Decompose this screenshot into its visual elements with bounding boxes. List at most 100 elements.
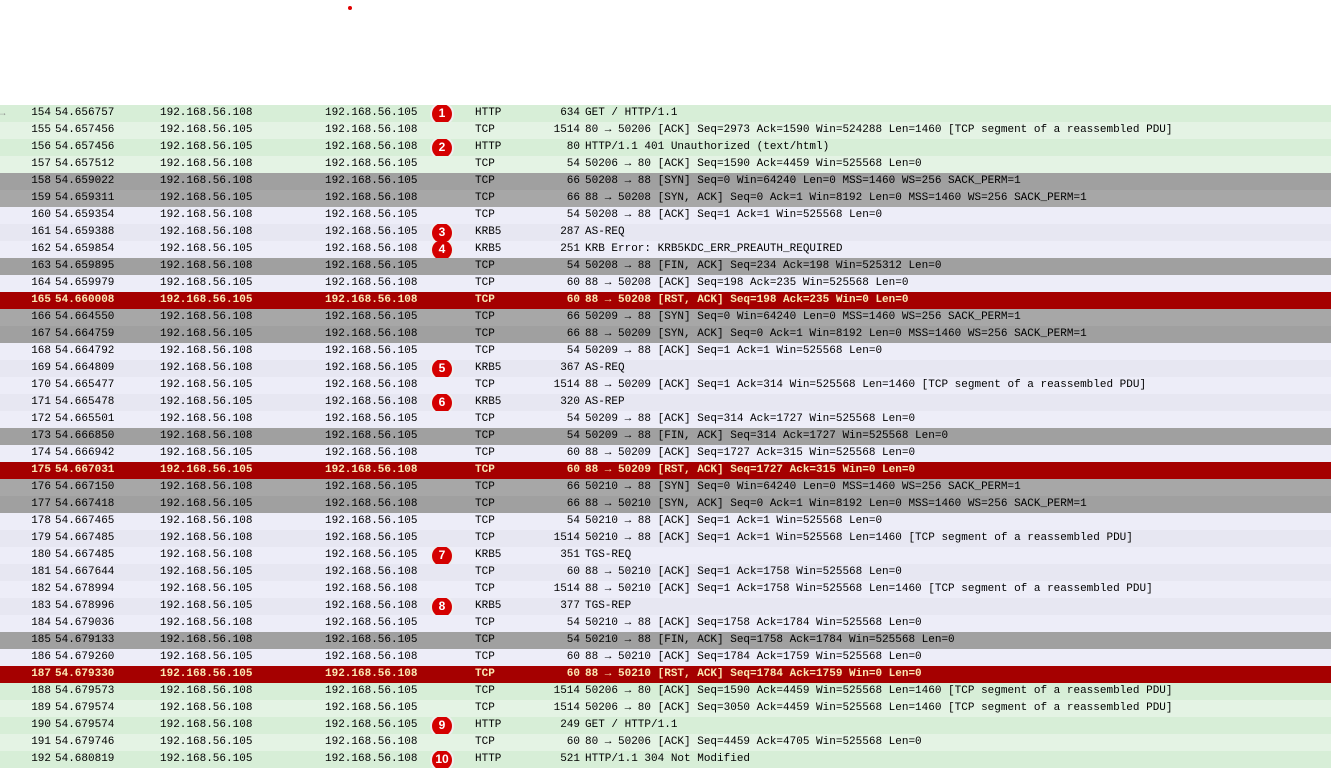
col-len: 1514 [547,122,583,139]
col-proto: HTTP [475,105,547,122]
col-info: 80 → 50206 [ACK] Seq=4459 Ack=4705 Win=5… [583,734,1331,751]
col-info: 88 → 50210 [SYN, ACK] Seq=0 Ack=1 Win=81… [583,496,1331,513]
cursor-indicator-dot [348,6,352,10]
packet-row[interactable]: 15954.659311192.168.56.105192.168.56.108… [0,190,1331,207]
col-dst: 192.168.56.105 [325,513,475,530]
packet-row[interactable]: 16254.659854192.168.56.105192.168.56.108… [0,241,1331,258]
col-src: 192.168.56.108 [160,105,325,122]
col-len: 66 [547,496,583,513]
packet-row[interactable]: 15854.659022192.168.56.108192.168.56.105… [0,173,1331,190]
col-dst: 192.168.56.108 [325,462,475,479]
col-info: HTTP/1.1 304 Not Modified [583,751,1331,768]
packet-row[interactable]: 17954.667485192.168.56.108192.168.56.105… [0,530,1331,547]
col-proto: TCP [475,190,547,207]
col-len: 80 [547,139,583,156]
col-proto: HTTP [475,717,547,734]
packet-row[interactable]: 18954.679574192.168.56.108192.168.56.105… [0,700,1331,717]
col-len: 66 [547,309,583,326]
col-proto: TCP [475,479,547,496]
packet-row[interactable]: 17454.666942192.168.56.105192.168.56.108… [0,445,1331,462]
col-src: 192.168.56.105 [160,666,325,683]
packet-row[interactable]: 16054.659354192.168.56.108192.168.56.105… [0,207,1331,224]
packet-list-table[interactable]: 15454.656757192.168.56.108192.168.56.105… [0,105,1331,768]
col-len: 60 [547,666,583,683]
col-len: 54 [547,428,583,445]
packet-row[interactable]: 18054.667485192.168.56.108192.168.56.105… [0,547,1331,564]
col-src: 192.168.56.108 [160,717,325,734]
packet-row[interactable]: 18554.679133192.168.56.108192.168.56.105… [0,632,1331,649]
col-time: 54.680819 [55,751,160,768]
col-info: GET / HTTP/1.1 [583,717,1331,734]
packet-row[interactable]: 16354.659895192.168.56.108192.168.56.105… [0,258,1331,275]
col-no: 170 [0,377,55,394]
packet-row[interactable]: 15554.657456192.168.56.105192.168.56.108… [0,122,1331,139]
packet-row[interactable]: 16654.664550192.168.56.108192.168.56.105… [0,309,1331,326]
col-info: 50210 → 88 [ACK] Seq=1758 Ack=1784 Win=5… [583,615,1331,632]
col-no: 161 [0,224,55,241]
packet-row[interactable]: 16754.664759192.168.56.105192.168.56.108… [0,326,1331,343]
col-proto: TCP [475,445,547,462]
col-src: 192.168.56.108 [160,513,325,530]
col-dst: 192.168.56.108 [325,190,475,207]
packet-row[interactable]: 19054.679574192.168.56.108192.168.56.105… [0,717,1331,734]
packet-row[interactable]: 18654.679260192.168.56.105192.168.56.108… [0,649,1331,666]
col-no: 182 [0,581,55,598]
packet-row[interactable]: 18254.678994192.168.56.105192.168.56.108… [0,581,1331,598]
col-time: 54.679260 [55,649,160,666]
col-dst: 192.168.56.105 [325,207,475,224]
col-no: 164 [0,275,55,292]
col-len: 54 [547,615,583,632]
col-time: 54.667485 [55,530,160,547]
col-no: 155 [0,122,55,139]
col-time: 54.666942 [55,445,160,462]
col-dst: 192.168.56.105 [325,343,475,360]
col-dst: 192.168.56.105 [325,309,475,326]
col-src: 192.168.56.108 [160,479,325,496]
packet-row[interactable]: 18154.667644192.168.56.105192.168.56.108… [0,564,1331,581]
packet-row[interactable]: 17854.667465192.168.56.108192.168.56.105… [0,513,1331,530]
col-info: 50210 → 88 [ACK] Seq=1 Ack=1 Win=525568 … [583,513,1331,530]
packet-row[interactable]: 16954.664809192.168.56.108192.168.56.105… [0,360,1331,377]
col-src: 192.168.56.108 [160,258,325,275]
packet-row[interactable]: 15654.657456192.168.56.105192.168.56.108… [0,139,1331,156]
packet-row[interactable]: 15454.656757192.168.56.108192.168.56.105… [0,105,1331,122]
packet-row[interactable]: 17154.665478192.168.56.105192.168.56.108… [0,394,1331,411]
packet-row[interactable]: 17554.667031192.168.56.105192.168.56.108… [0,462,1331,479]
col-len: 60 [547,462,583,479]
packet-row[interactable]: 18754.679330192.168.56.105192.168.56.108… [0,666,1331,683]
packet-row[interactable]: 16854.664792192.168.56.108192.168.56.105… [0,343,1331,360]
packet-row[interactable]: 17354.666850192.168.56.108192.168.56.105… [0,428,1331,445]
col-time: 54.664792 [55,343,160,360]
col-len: 320 [547,394,583,411]
col-src: 192.168.56.108 [160,632,325,649]
col-proto: TCP [475,156,547,173]
col-src: 192.168.56.105 [160,564,325,581]
col-info: TGS-REQ [583,547,1331,564]
packet-row[interactable]: 19254.680819192.168.56.105192.168.56.108… [0,751,1331,768]
col-len: 60 [547,564,583,581]
packet-row[interactable]: 17054.665477192.168.56.105192.168.56.108… [0,377,1331,394]
packet-row[interactable]: 16454.659979192.168.56.105192.168.56.108… [0,275,1331,292]
packet-row[interactable]: 17254.665501192.168.56.108192.168.56.105… [0,411,1331,428]
packet-row[interactable]: 18454.679036192.168.56.108192.168.56.105… [0,615,1331,632]
col-no: 156 [0,139,55,156]
col-len: 60 [547,275,583,292]
col-len: 54 [547,207,583,224]
packet-row[interactable]: 16554.660008192.168.56.105192.168.56.108… [0,292,1331,309]
col-no: 168 [0,343,55,360]
packet-row[interactable]: 15754.657512192.168.56.108192.168.56.105… [0,156,1331,173]
col-no: 185 [0,632,55,649]
col-info: 88 → 50210 [ACK] Seq=1784 Ack=1759 Win=5… [583,649,1331,666]
annotation-marker: 9 [430,717,454,734]
packet-row[interactable]: 17754.667418192.168.56.105192.168.56.108… [0,496,1331,513]
col-proto: TCP [475,615,547,632]
packet-row[interactable]: 17654.667150192.168.56.108192.168.56.105… [0,479,1331,496]
packet-row[interactable]: 19154.679746192.168.56.105192.168.56.108… [0,734,1331,751]
packet-row[interactable]: 18354.678996192.168.56.105192.168.56.108… [0,598,1331,615]
col-len: 1514 [547,377,583,394]
col-time: 54.667418 [55,496,160,513]
col-proto: TCP [475,513,547,530]
packet-row[interactable]: 18854.679573192.168.56.108192.168.56.105… [0,683,1331,700]
packet-row[interactable]: 16154.659388192.168.56.108192.168.56.105… [0,224,1331,241]
col-time: 54.679330 [55,666,160,683]
